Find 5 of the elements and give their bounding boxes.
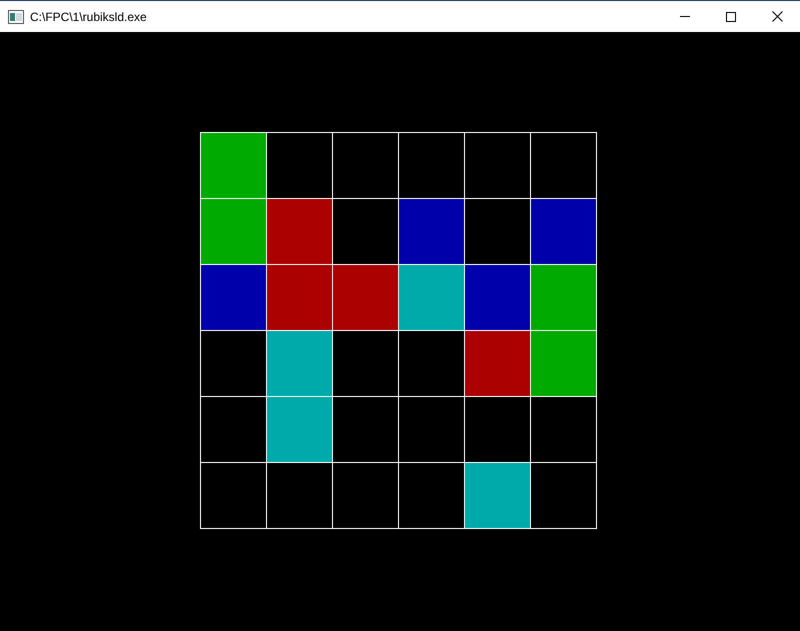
window-icon [8, 10, 24, 24]
minimize-icon [680, 16, 690, 17]
close-icon [772, 11, 782, 22]
window-title: C:\FPC\1\rubiksld.exe [30, 10, 147, 24]
maximize-icon [726, 12, 736, 22]
